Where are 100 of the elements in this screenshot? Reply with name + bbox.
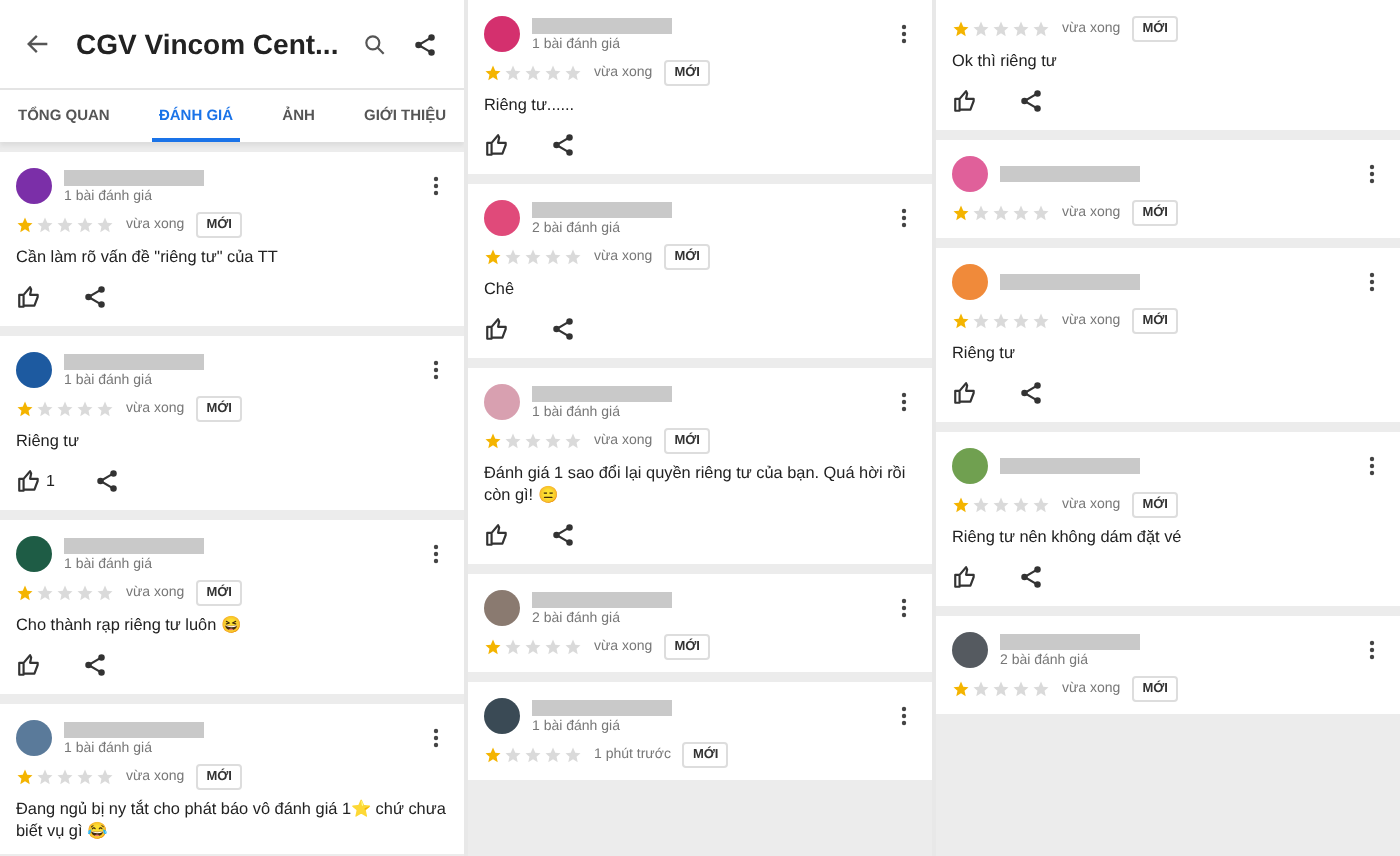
like-button[interactable] (484, 316, 510, 343)
blurred-name (64, 169, 204, 185)
star-icon (36, 584, 54, 603)
thumbs-up-icon (16, 652, 42, 679)
blurred-name (1000, 166, 1140, 183)
place-title: CGV Vincom Cent... (76, 28, 339, 60)
thumbs-up-icon (952, 380, 978, 407)
blurred-name (532, 17, 672, 33)
review-text: Riêng tư nên không dám đặt vé (952, 526, 1184, 549)
blurred-name (532, 699, 672, 716)
share-icon[interactable] (94, 468, 121, 495)
thumbs-up-icon (484, 316, 510, 343)
star-icon (1032, 20, 1050, 38)
star-icon (564, 432, 582, 451)
share-icon[interactable] (550, 132, 576, 159)
star-icon (1032, 312, 1050, 331)
star-icon (1012, 204, 1030, 223)
star-icon (952, 20, 970, 38)
blurred-name (64, 353, 204, 370)
review-text: Riêng tư...... (484, 94, 577, 117)
star-icon (524, 248, 542, 267)
blurred-name (64, 537, 204, 554)
like-button[interactable] (952, 564, 978, 591)
star-icon (952, 496, 970, 515)
share-icon[interactable] (82, 652, 108, 679)
blurred-name (532, 385, 672, 402)
star-icon (952, 312, 970, 331)
star-icon (1012, 680, 1030, 699)
star-icon (16, 216, 34, 234)
star-icon (524, 638, 542, 657)
blurred-name (1000, 274, 1140, 291)
star-icon (16, 584, 34, 603)
star-icon (56, 768, 74, 787)
review-text: Cần làm rõ vấn đề "riêng tư" của TT (16, 246, 280, 269)
like-button[interactable] (484, 132, 510, 159)
star-icon (952, 680, 970, 699)
star-icon (992, 20, 1010, 38)
blurred-name (64, 721, 204, 738)
star-icon (504, 638, 522, 657)
star-icon (504, 64, 522, 82)
star-icon (1012, 312, 1030, 331)
thumbs-up-icon (16, 468, 42, 495)
star-icon (544, 638, 562, 657)
star-icon (484, 248, 502, 267)
star-icon (504, 432, 522, 451)
star-icon (484, 64, 502, 82)
star-icon (504, 746, 522, 765)
review-text: Đánh giá 1 sao đổi lại quyền riêng tư của bạn. Quá hời rồi còn gì! 😑 (484, 462, 908, 507)
star-icon (524, 746, 542, 765)
star-icon (972, 312, 990, 331)
back-icon[interactable] (24, 30, 52, 58)
blurred-name (1000, 633, 1140, 650)
star-icon (76, 216, 94, 234)
review-text: Riêng tư (952, 342, 1017, 365)
share-icon[interactable] (550, 522, 576, 549)
star-icon (564, 746, 582, 765)
like-button[interactable] (952, 380, 978, 407)
star-icon (484, 638, 502, 657)
share-icon[interactable] (82, 284, 108, 311)
like-button[interactable] (16, 284, 42, 311)
like-button[interactable] (16, 652, 42, 679)
share-icon[interactable] (1018, 564, 1044, 591)
star-icon (1032, 496, 1050, 515)
star-icon (972, 496, 990, 515)
like-button[interactable] (484, 522, 510, 549)
star-icon (96, 584, 114, 603)
thumbs-up-icon (484, 132, 510, 159)
star-icon (544, 248, 562, 267)
star-icon (564, 248, 582, 267)
star-icon (484, 746, 502, 765)
like-button[interactable] (952, 88, 978, 115)
share-icon[interactable] (412, 31, 439, 57)
star-icon (36, 768, 54, 787)
search-icon[interactable] (362, 31, 389, 57)
star-icon (992, 496, 1010, 515)
thumbs-up-icon (952, 88, 978, 115)
star-icon (972, 20, 990, 38)
star-icon (76, 400, 94, 419)
thumbs-up-icon (16, 284, 42, 311)
review-text: Đang ngủ bị ny tắt cho phát báo vô đánh giá 1⭐ chứ chưa biết vụ gì 😂 (16, 798, 448, 843)
star-icon (16, 400, 34, 419)
review-text: Riêng tư (16, 430, 81, 453)
like-button[interactable]: 1 (16, 468, 55, 495)
star-icon (36, 400, 54, 419)
blurred-name (532, 591, 672, 608)
share-icon[interactable] (550, 316, 576, 343)
review-text: Chê (484, 278, 517, 301)
share-icon[interactable] (1018, 88, 1044, 115)
star-icon (76, 584, 94, 603)
blurred-name (532, 201, 672, 218)
review-text: Ok thì riêng tư (952, 50, 1059, 73)
star-icon (96, 400, 114, 419)
share-icon[interactable] (1018, 380, 1044, 407)
star-icon (564, 638, 582, 657)
star-icon (992, 680, 1010, 699)
star-icon (16, 768, 34, 787)
thumbs-up-icon (484, 522, 510, 549)
star-icon (96, 768, 114, 787)
thumbs-up-icon (952, 564, 978, 591)
star-icon (972, 204, 990, 223)
